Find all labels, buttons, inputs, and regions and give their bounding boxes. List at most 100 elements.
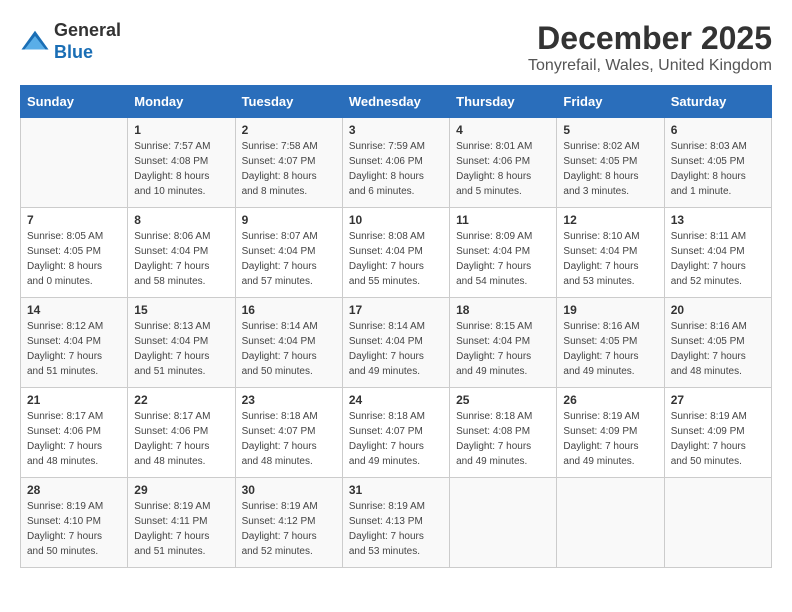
calendar-cell: 6 Sunrise: 8:03 AMSunset: 4:05 PMDaylight… (664, 118, 771, 208)
calendar-cell: 1 Sunrise: 7:57 AMSunset: 4:08 PMDaylight… (128, 118, 235, 208)
calendar-cell: 15 Sunrise: 8:13 AMSunset: 4:04 PMDayligh… (128, 298, 235, 388)
day-info: Sunrise: 8:01 AMSunset: 4:06 PMDaylight:… (456, 139, 550, 199)
week-row-4: 21 Sunrise: 8:17 AMSunset: 4:06 PMDayligh… (21, 388, 772, 478)
day-info: Sunrise: 8:19 AMSunset: 4:12 PMDaylight:… (242, 499, 336, 559)
calendar-cell: 16 Sunrise: 8:14 AMSunset: 4:04 PMDayligh… (235, 298, 342, 388)
day-info: Sunrise: 8:18 AMSunset: 4:07 PMDaylight:… (349, 409, 443, 469)
calendar-cell (21, 118, 128, 208)
day-info: Sunrise: 8:10 AMSunset: 4:04 PMDaylight:… (563, 229, 657, 289)
week-row-5: 28Sunrise: 8:19 AMSunset: 4:10 PMDayligh… (21, 478, 772, 568)
day-info: Sunrise: 8:03 AMSunset: 4:05 PMDaylight:… (671, 139, 765, 199)
calendar-cell: 28Sunrise: 8:19 AMSunset: 4:10 PMDayligh… (21, 478, 128, 568)
calendar-cell: 12 Sunrise: 8:10 AMSunset: 4:04 PMDayligh… (557, 208, 664, 298)
calendar-cell: 27 Sunrise: 8:19 AMSunset: 4:09 PMDayligh… (664, 388, 771, 478)
header-monday: Monday (128, 86, 235, 118)
day-info: Sunrise: 8:13 AMSunset: 4:04 PMDaylight:… (134, 319, 228, 379)
calendar-cell: 22 Sunrise: 8:17 AMSunset: 4:06 PMDayligh… (128, 388, 235, 478)
day-info: Sunrise: 7:57 AMSunset: 4:08 PMDaylight:… (134, 139, 228, 199)
day-number: 22 (134, 393, 228, 407)
day-info: Sunrise: 7:58 AMSunset: 4:07 PMDaylight:… (242, 139, 336, 199)
day-info: Sunrise: 8:09 AMSunset: 4:04 PMDaylight:… (456, 229, 550, 289)
day-info: Sunrise: 8:05 AMSunset: 4:05 PMDaylight:… (27, 229, 121, 289)
day-info: Sunrise: 8:18 AMSunset: 4:07 PMDaylight:… (242, 409, 336, 469)
day-number: 3 (349, 123, 443, 137)
day-number: 14 (27, 303, 121, 317)
calendar-cell: 26Sunrise: 8:19 AMSunset: 4:09 PMDayligh… (557, 388, 664, 478)
calendar-cell: 5Sunrise: 8:02 AMSunset: 4:05 PMDaylight… (557, 118, 664, 208)
day-info: Sunrise: 8:16 AMSunset: 4:05 PMDaylight:… (671, 319, 765, 379)
week-row-2: 7 Sunrise: 8:05 AMSunset: 4:05 PMDaylight… (21, 208, 772, 298)
day-info: Sunrise: 8:07 AMSunset: 4:04 PMDaylight:… (242, 229, 336, 289)
calendar-header-row: SundayMondayTuesdayWednesdayThursdayFrid… (21, 86, 772, 118)
day-number: 1 (134, 123, 228, 137)
day-info: Sunrise: 8:14 AMSunset: 4:04 PMDaylight:… (349, 319, 443, 379)
calendar-cell: 13 Sunrise: 8:11 AMSunset: 4:04 PMDayligh… (664, 208, 771, 298)
day-info: Sunrise: 8:16 AMSunset: 4:05 PMDaylight:… (563, 319, 657, 379)
day-number: 6 (671, 123, 765, 137)
header-sunday: Sunday (21, 86, 128, 118)
day-number: 16 (242, 303, 336, 317)
day-number: 18 (456, 303, 550, 317)
day-info: Sunrise: 8:14 AMSunset: 4:04 PMDaylight:… (242, 319, 336, 379)
calendar-cell (664, 478, 771, 568)
week-row-1: 1 Sunrise: 7:57 AMSunset: 4:08 PMDaylight… (21, 118, 772, 208)
calendar-cell (450, 478, 557, 568)
logo-icon (20, 27, 50, 57)
day-info: Sunrise: 7:59 AMSunset: 4:06 PMDaylight:… (349, 139, 443, 199)
day-info: Sunrise: 8:19 AMSunset: 4:11 PMDaylight:… (134, 499, 228, 559)
header-tuesday: Tuesday (235, 86, 342, 118)
day-number: 15 (134, 303, 228, 317)
day-info: Sunrise: 8:18 AMSunset: 4:08 PMDaylight:… (456, 409, 550, 469)
calendar-cell: 24 Sunrise: 8:18 AMSunset: 4:07 PMDayligh… (342, 388, 449, 478)
main-title: December 2025 (528, 20, 772, 57)
day-info: Sunrise: 8:06 AMSunset: 4:04 PMDaylight:… (134, 229, 228, 289)
calendar-cell: 10 Sunrise: 8:08 AMSunset: 4:04 PMDayligh… (342, 208, 449, 298)
day-number: 20 (671, 303, 765, 317)
title-area: December 2025 Tonyrefail, Wales, United … (528, 20, 772, 75)
calendar-cell: 25 Sunrise: 8:18 AMSunset: 4:08 PMDayligh… (450, 388, 557, 478)
logo-text: General Blue (54, 20, 121, 63)
calendar-cell: 11 Sunrise: 8:09 AMSunset: 4:04 PMDayligh… (450, 208, 557, 298)
calendar-cell: 4 Sunrise: 8:01 AMSunset: 4:06 PMDaylight… (450, 118, 557, 208)
calendar-cell: 8Sunrise: 8:06 AMSunset: 4:04 PMDaylight… (128, 208, 235, 298)
subtitle: Tonyrefail, Wales, United Kingdom (528, 57, 772, 75)
day-number: 12 (563, 213, 657, 227)
calendar-cell: 9 Sunrise: 8:07 AMSunset: 4:04 PMDaylight… (235, 208, 342, 298)
day-number: 27 (671, 393, 765, 407)
header-thursday: Thursday (450, 86, 557, 118)
day-info: Sunrise: 8:17 AMSunset: 4:06 PMDaylight:… (134, 409, 228, 469)
day-number: 2 (242, 123, 336, 137)
day-number: 9 (242, 213, 336, 227)
day-number: 10 (349, 213, 443, 227)
day-number: 5 (563, 123, 657, 137)
day-number: 13 (671, 213, 765, 227)
logo: General Blue (20, 20, 121, 63)
day-info: Sunrise: 8:17 AMSunset: 4:06 PMDaylight:… (27, 409, 121, 469)
calendar-cell (557, 478, 664, 568)
day-info: Sunrise: 8:19 AMSunset: 4:13 PMDaylight:… (349, 499, 443, 559)
day-info: Sunrise: 8:12 AMSunset: 4:04 PMDaylight:… (27, 319, 121, 379)
day-info: Sunrise: 8:19 AMSunset: 4:09 PMDaylight:… (671, 409, 765, 469)
calendar-cell: 18Sunrise: 8:15 AMSunset: 4:04 PMDayligh… (450, 298, 557, 388)
day-info: Sunrise: 8:08 AMSunset: 4:04 PMDaylight:… (349, 229, 443, 289)
day-number: 23 (242, 393, 336, 407)
day-number: 25 (456, 393, 550, 407)
calendar-cell: 17 Sunrise: 8:14 AMSunset: 4:04 PMDayligh… (342, 298, 449, 388)
day-info: Sunrise: 8:19 AMSunset: 4:10 PMDaylight:… (27, 499, 121, 559)
day-number: 19 (563, 303, 657, 317)
day-number: 29 (134, 483, 228, 497)
page-header: General Blue December 2025 Tonyrefail, W… (20, 20, 772, 75)
calendar-cell: 30Sunrise: 8:19 AMSunset: 4:12 PMDayligh… (235, 478, 342, 568)
day-number: 17 (349, 303, 443, 317)
calendar-cell: 21 Sunrise: 8:17 AMSunset: 4:06 PMDayligh… (21, 388, 128, 478)
day-info: Sunrise: 8:11 AMSunset: 4:04 PMDaylight:… (671, 229, 765, 289)
header-wednesday: Wednesday (342, 86, 449, 118)
calendar-cell: 20 Sunrise: 8:16 AMSunset: 4:05 PMDayligh… (664, 298, 771, 388)
day-number: 11 (456, 213, 550, 227)
calendar-cell: 14 Sunrise: 8:12 AMSunset: 4:04 PMDayligh… (21, 298, 128, 388)
day-number: 7 (27, 213, 121, 227)
logo-blue: Blue (54, 42, 93, 62)
day-number: 4 (456, 123, 550, 137)
day-number: 24 (349, 393, 443, 407)
day-number: 21 (27, 393, 121, 407)
